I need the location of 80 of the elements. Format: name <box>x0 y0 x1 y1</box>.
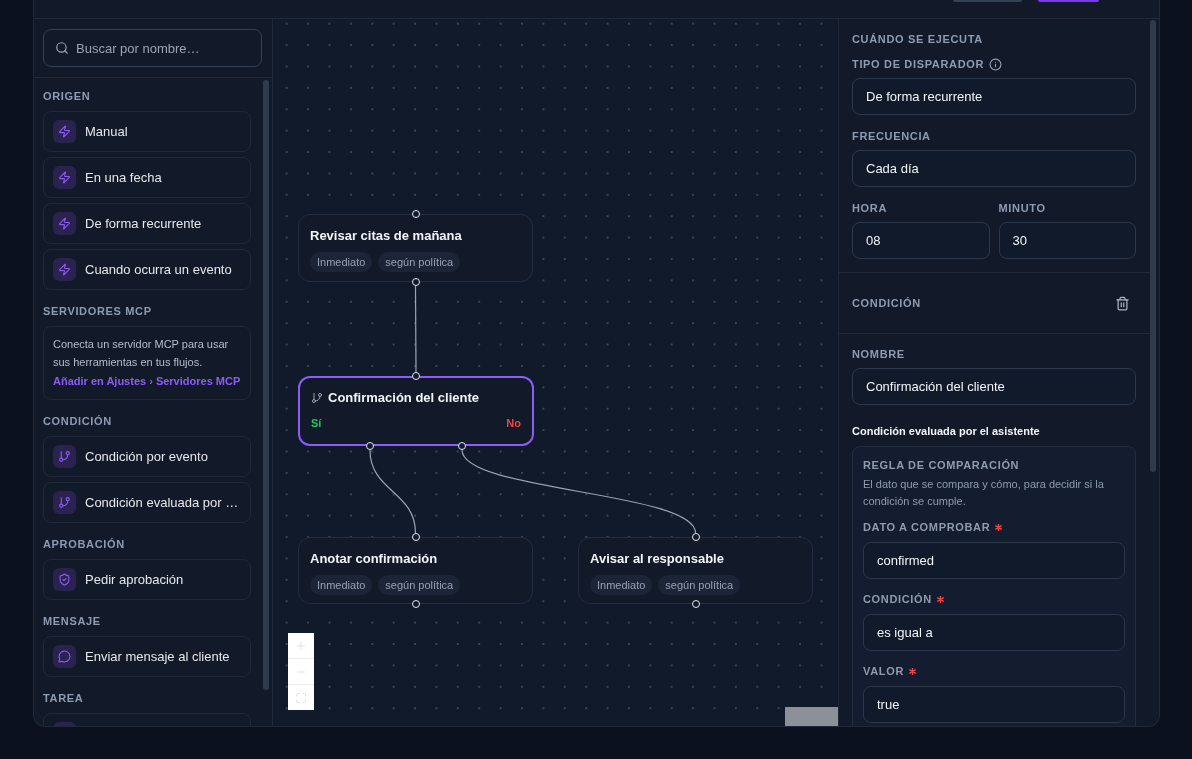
scrollbar-thumb[interactable] <box>1150 20 1156 472</box>
field-label: TIPO DE DISPARADOR <box>852 57 985 71</box>
field-label: CONDICIÓN <box>863 592 932 606</box>
input-field[interactable]: Cada día <box>852 150 1136 187</box>
trash-icon <box>1115 295 1130 311</box>
plus-icon <box>295 639 307 652</box>
input-field[interactable]: 08 <box>852 222 990 259</box>
section-heading: REGLA DE COMPARACIÓN <box>863 458 1021 472</box>
action-node[interactable]: Anotar confirmación Inmediato según política <box>298 537 533 604</box>
node-title: Avisar al responsable <box>590 551 725 567</box>
connection-handle[interactable] <box>411 600 420 608</box>
node-title: Anotar confirmación <box>310 551 439 567</box>
section-heading: CONDICIÓN <box>43 414 113 428</box>
action-node[interactable]: Revisar citas de mañana Inmediato según política <box>298 214 533 282</box>
input-field[interactable]: true <box>863 686 1125 723</box>
rule-description: El dato que se compara y cómo, para decidir si la condición se cumple. <box>863 477 1105 509</box>
input-field[interactable]: Confirmación del cliente <box>852 368 1136 405</box>
branch-label: No <box>506 416 521 430</box>
field-label: FRECUENCIA <box>852 129 931 143</box>
connection-handle[interactable] <box>412 372 420 380</box>
branch-label: Sí <box>311 416 322 430</box>
section-heading: SERVIDORES MCP <box>43 304 153 318</box>
palette-item[interactable]: Condición evaluada por … <box>43 482 251 523</box>
node-title: Revisar citas de mañana <box>310 228 463 244</box>
field-label: MINUTO <box>998 201 1046 215</box>
info-text: Conecta un servidor MCP para usar sus herramientas en tus flujos. <box>53 337 230 370</box>
field-label: VALOR <box>863 664 904 678</box>
connection-handle[interactable] <box>458 442 466 450</box>
input-field[interactable]: confirmed <box>863 542 1125 579</box>
palette-item[interactable]: Cuando ocurra un evento <box>43 249 251 290</box>
connection-handle[interactable] <box>411 533 420 541</box>
branch-icon <box>53 491 76 514</box>
palette-item[interactable]: Condición por evento <box>43 436 251 477</box>
node-tag: Inmediato <box>310 575 373 595</box>
connection-handle[interactable] <box>691 600 700 608</box>
subsection-heading: Condición evaluada por el asistente <box>852 424 1041 438</box>
connection-handle[interactable] <box>411 210 420 218</box>
lightning-icon <box>53 258 76 281</box>
lightning-icon <box>53 120 76 143</box>
settings-link[interactable]: Añadir en Ajustes › Servidores MCP <box>53 372 241 390</box>
branch-icon <box>311 392 323 404</box>
input-field[interactable]: es igual a <box>863 614 1125 651</box>
section-heading: CONDICIÓN <box>852 296 921 310</box>
section-heading: ORIGEN <box>43 89 92 103</box>
search-field[interactable]: Buscar por nombre… <box>43 29 262 67</box>
node-tag: según política <box>378 575 461 595</box>
lightning-icon <box>53 166 76 189</box>
scrollbar-thumb[interactable] <box>263 80 269 690</box>
connection-handle[interactable] <box>691 533 700 541</box>
palette-item[interactable]: En una fecha <box>43 157 251 198</box>
section-heading: CUÁNDO SE EJECUTA <box>852 32 984 46</box>
node-tag: según política <box>378 252 461 272</box>
node-tag: Inmediato <box>310 252 373 272</box>
section-heading: MENSAJE <box>43 614 102 628</box>
field-label: HORA <box>852 201 888 215</box>
condition-node[interactable]: Confirmación del cliente Sí No <box>298 376 534 446</box>
field-label: NOMBRE <box>852 347 905 361</box>
lightning-icon <box>53 212 76 235</box>
connection-handle[interactable] <box>411 278 420 286</box>
node-tag: Inmediato <box>590 575 653 595</box>
chat-bubble-icon <box>53 645 76 668</box>
palette-item[interactable]: De forma recurrente <box>43 203 251 244</box>
input-field[interactable]: 30 <box>998 222 1136 259</box>
delete-button[interactable] <box>1115 295 1130 311</box>
fit-view-icon <box>295 691 307 704</box>
info-icon[interactable] <box>989 57 1003 71</box>
field-label: DATO A COMPROBAR <box>863 520 991 534</box>
palette-item[interactable]: Manual <box>43 111 251 152</box>
shield-check-icon <box>53 568 76 591</box>
palette-item[interactable]: Enviar mensaje al cliente <box>43 636 251 677</box>
search-icon <box>55 41 69 55</box>
action-node[interactable]: Avisar al responsable Inmediato según política <box>578 537 813 604</box>
input-field[interactable]: De forma recurrente <box>852 78 1136 115</box>
palette-item[interactable]: Pedir aprobación <box>43 559 251 600</box>
node-tag: según política <box>658 575 741 595</box>
branch-icon <box>53 445 76 468</box>
connection-handle[interactable] <box>365 442 374 450</box>
section-heading: APROBACIÓN <box>43 537 126 551</box>
section-heading: TAREA <box>43 691 85 705</box>
node-title: Confirmación del cliente <box>328 390 479 406</box>
